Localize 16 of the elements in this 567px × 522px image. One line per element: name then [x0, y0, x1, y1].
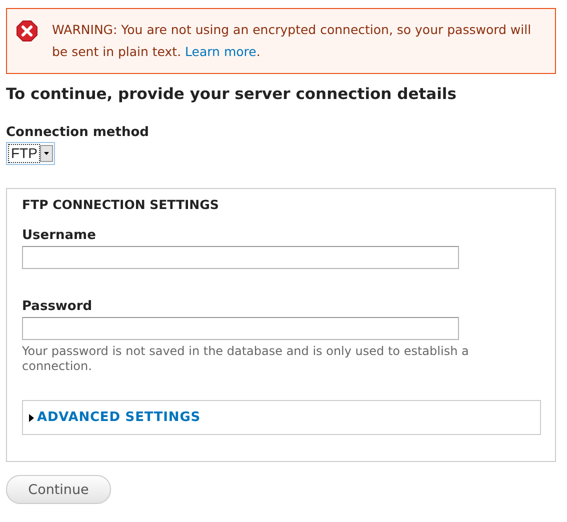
field-label: Connection method: [6, 125, 150, 140]
input-field[interactable]: [22, 317, 459, 340]
input-field[interactable]: [22, 246, 459, 269]
caret-icon: [44, 152, 50, 155]
connection-method-select[interactable]: FTP: [6, 142, 56, 165]
field-label: Password: [22, 299, 94, 314]
advanced-settings-toggle[interactable]: ADVANCED SETTINGS: [22, 400, 541, 435]
triangle-icon: [29, 414, 34, 422]
continue-button[interactable]: Continue: [6, 475, 111, 504]
warning-text: WARNING: You are not using an encrypted connection, so your password will be sent in plain text. Learn more.: [52, 21, 532, 61]
field-description: Your password is not saved in the database and is only used to establish a connection.: [22, 344, 470, 374]
fieldset-legend: FTP CONNECTION SETTINGS: [22, 197, 541, 212]
learn-more-link[interactable]: Learn more: [185, 44, 256, 59]
page-heading: To continue, provide your server connection details: [6, 85, 458, 103]
error-icon: [16, 20, 38, 42]
field-label: Username: [22, 228, 97, 243]
